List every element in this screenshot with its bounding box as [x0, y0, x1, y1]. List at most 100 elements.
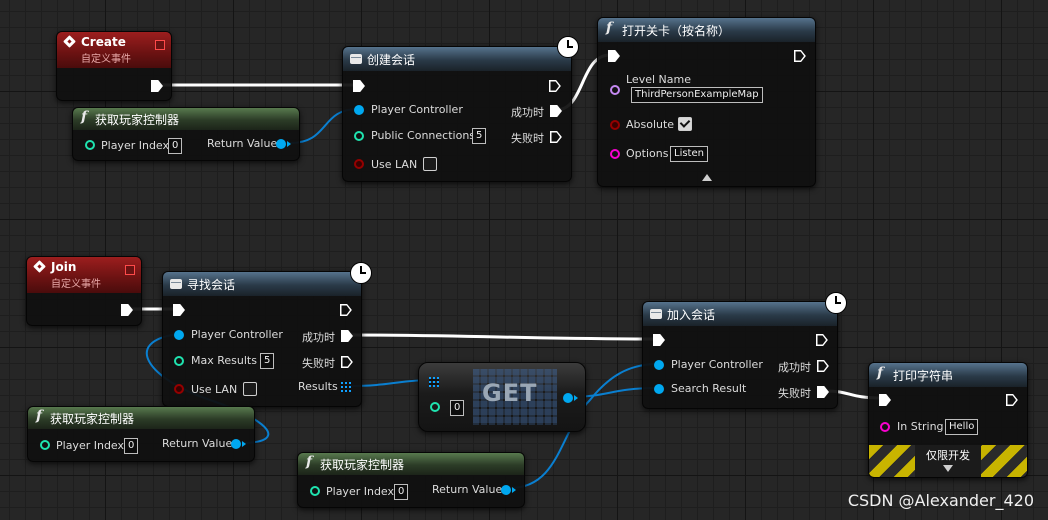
exec-in-pin[interactable]: [653, 334, 665, 346]
open-level-node[interactable]: f 打开关卡（按名称） Level Name ThirdPersonExampl…: [597, 17, 816, 187]
player-controller-label: Player Controller: [191, 328, 283, 341]
join-session-node[interactable]: 加入会话 Player Controller 成功时 Search Result…: [642, 301, 838, 409]
level-name-label: Level Name: [626, 73, 691, 86]
on-failure-pin[interactable]: [817, 386, 829, 398]
public-connections-value[interactable]: 5: [472, 128, 487, 144]
max-results-pin[interactable]: [174, 356, 184, 366]
return-value-pin[interactable]: [501, 485, 511, 495]
event-icon: [63, 35, 76, 48]
join-event-node[interactable]: Join 自定义事件: [26, 256, 142, 326]
exec-out-pin[interactable]: [121, 304, 133, 316]
create-event-title: Create: [81, 35, 126, 49]
use-lan-checkbox[interactable]: [423, 157, 437, 171]
exec-in-pin[interactable]: [173, 304, 185, 316]
find-sessions-node[interactable]: 寻找会话 Player Controller 成功时 Max Results 5…: [162, 271, 362, 407]
exec-in-pin[interactable]: [608, 50, 620, 62]
create-event-header: Create 自定义事件: [57, 32, 171, 68]
public-connections-pin[interactable]: [354, 131, 364, 141]
player-index-pin[interactable]: [40, 440, 50, 450]
get-player-controller-node-2[interactable]: f 获取玩家控制器 Player Index 0 Return Value: [27, 406, 255, 462]
exec-out-pin[interactable]: [1006, 394, 1018, 406]
player-index-label: Player Index: [101, 139, 170, 152]
on-failure-pin[interactable]: [550, 131, 562, 143]
exec-in-pin[interactable]: [879, 394, 891, 406]
get-array-node[interactable]: GET 0: [418, 362, 586, 432]
open-level-title: 打开关卡（按名称）: [622, 24, 731, 38]
player-index-value[interactable]: 0: [124, 438, 139, 454]
create-event-node[interactable]: Create 自定义事件: [56, 31, 172, 101]
player-index-pin[interactable]: [310, 486, 320, 496]
use-lan-checkbox[interactable]: [243, 382, 257, 396]
latent-clock-icon: [557, 36, 579, 58]
on-success-pin[interactable]: [341, 330, 353, 342]
level-name-pin[interactable]: [610, 85, 620, 95]
options-value[interactable]: Listen: [670, 146, 708, 162]
in-string-value[interactable]: Hello: [945, 419, 979, 435]
expand-advanced-icon[interactable]: [702, 174, 712, 181]
results-array-pin[interactable]: [341, 382, 351, 392]
macro-icon: [350, 54, 362, 64]
create-session-header: 创建会话: [343, 47, 571, 71]
create-session-node[interactable]: 创建会话 Player Controller 成功时 Public Connec…: [342, 46, 572, 182]
watermark: CSDN @Alexander_420: [847, 491, 1034, 510]
delegate-pin-icon[interactable]: [155, 40, 165, 50]
join-session-header: 加入会话: [643, 302, 837, 326]
in-string-pin[interactable]: [880, 422, 890, 432]
player-index-value[interactable]: 0: [168, 138, 183, 154]
player-controller-pin[interactable]: [174, 330, 184, 340]
exec-out-pin[interactable]: [340, 304, 352, 316]
use-lan-pin[interactable]: [354, 159, 364, 169]
get-player-controller-node-3[interactable]: f 获取玩家控制器 Player Index 0 Return Value: [297, 452, 525, 508]
on-success-pin[interactable]: [817, 360, 829, 372]
absolute-pin[interactable]: [610, 120, 620, 130]
find-sessions-title: 寻找会话: [187, 278, 236, 292]
get-pc-2-title: 获取玩家控制器: [50, 412, 135, 426]
join-session-title: 加入会话: [667, 308, 716, 322]
open-level-header: f 打开关卡（按名称）: [598, 18, 815, 42]
player-controller-pin[interactable]: [354, 105, 364, 115]
level-name-value[interactable]: ThirdPersonExampleMap: [631, 87, 763, 103]
player-controller-pin[interactable]: [654, 360, 664, 370]
return-value-pin[interactable]: [231, 439, 241, 449]
join-event-title: Join: [51, 260, 77, 274]
on-success-label: 成功时: [511, 106, 544, 119]
exec-in-pin[interactable]: [353, 80, 365, 92]
index-pin[interactable]: [430, 402, 440, 412]
player-index-pin[interactable]: [85, 140, 95, 150]
exec-out-pin[interactable]: [549, 80, 561, 92]
array-in-pin[interactable]: [429, 377, 439, 387]
join-event-header: Join 自定义事件: [27, 257, 141, 293]
return-value-pin[interactable]: [276, 139, 286, 149]
get-pc-1-title: 获取玩家控制器: [95, 113, 180, 127]
max-results-value[interactable]: 5: [260, 353, 275, 369]
on-success-label: 成功时: [302, 331, 335, 344]
use-lan-pin[interactable]: [174, 384, 184, 394]
exec-out-pin[interactable]: [794, 50, 806, 62]
player-index-value[interactable]: 0: [394, 484, 409, 500]
print-string-node[interactable]: f 打印字符串 In String Hello 仅限开发: [868, 362, 1028, 478]
exec-out-pin[interactable]: [816, 334, 828, 346]
absolute-label: Absolute: [626, 118, 675, 131]
latent-clock-icon: [825, 292, 847, 314]
return-value-label: Return Value: [162, 437, 233, 450]
options-pin[interactable]: [610, 149, 620, 159]
in-string-label: In String: [897, 420, 944, 433]
on-failure-label: 失败时: [302, 357, 335, 370]
results-label: Results: [298, 380, 338, 393]
exec-out-pin[interactable]: [151, 80, 163, 92]
out-item-pin[interactable]: [563, 393, 573, 403]
function-icon: f: [306, 454, 313, 470]
on-failure-pin[interactable]: [341, 356, 353, 368]
search-result-pin[interactable]: [654, 384, 664, 394]
get-player-controller-node-1[interactable]: f 获取玩家控制器 Player Index 0 Return Value: [72, 107, 300, 161]
get-pc-3-header: f 获取玩家控制器: [298, 453, 524, 475]
expand-advanced-icon[interactable]: [943, 465, 953, 472]
absolute-checkbox[interactable]: [678, 117, 692, 131]
print-string-title: 打印字符串: [893, 369, 954, 383]
index-value[interactable]: 0: [450, 400, 465, 416]
delegate-pin-icon[interactable]: [125, 265, 135, 275]
development-only-banner: 仅限开发: [869, 445, 1027, 477]
return-value-label: Return Value: [432, 483, 503, 496]
on-success-pin[interactable]: [550, 105, 562, 117]
return-value-arrow-icon: [287, 141, 291, 147]
